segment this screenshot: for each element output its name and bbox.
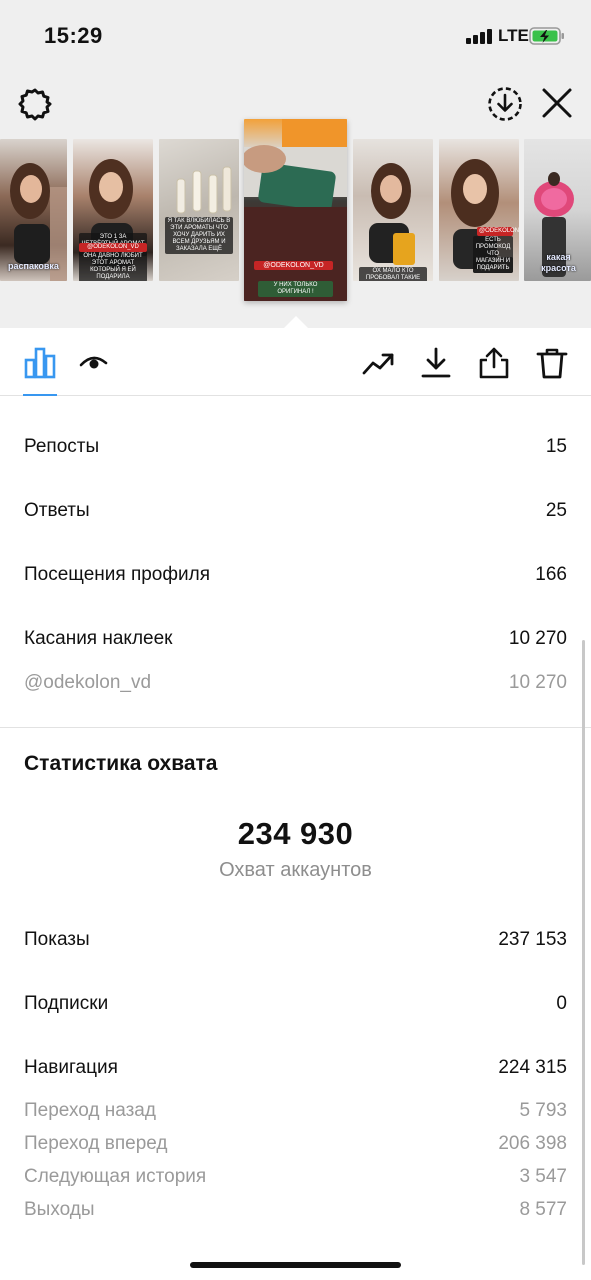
- stat-value: 206 398: [498, 1133, 567, 1154]
- stat-row-back: Переход назад 5 793: [24, 1100, 567, 1122]
- story-thumbnail[interactable]: распаковка: [0, 139, 67, 281]
- story-thumbnail[interactable]: какая красота: [524, 139, 591, 281]
- story-caption: МАГАЗИН И ПОДАРИТЬ: [473, 257, 513, 273]
- stat-value: 166: [535, 564, 567, 585]
- stat-label: Ответы: [24, 500, 90, 521]
- story-caption: Я ТАК ВЛЮБИЛАСЬ В ЭТИ АРОМАТЫ ЧТО ХОЧУ Д…: [165, 217, 233, 254]
- stat-value: 15: [545, 436, 567, 457]
- story-mention: @ODEKOLON_VD: [79, 243, 147, 252]
- story-thumbnail[interactable]: ЭТО 1 ЗА ЧЕТВЁРТЫЙ АРОМАТ КОТОРЫЙ Я ДАРЮ…: [73, 139, 153, 281]
- stat-label: @odekolon_vd: [24, 672, 152, 693]
- story-image: [369, 163, 415, 265]
- bar-chart-icon[interactable]: [23, 346, 57, 380]
- stat-label: Показы: [24, 929, 90, 950]
- story-caption: какая красота: [541, 252, 576, 273]
- gear-icon[interactable]: [16, 85, 54, 123]
- selection-pointer: [283, 316, 309, 329]
- download-icon[interactable]: [419, 346, 453, 380]
- scrollbar[interactable]: [582, 640, 585, 1265]
- battery-icon: [529, 27, 564, 45]
- stat-value: 10 270: [508, 672, 567, 693]
- reach-section-title: Статистика охвата: [24, 752, 218, 775]
- stat-label: Навигация: [24, 1057, 118, 1078]
- stat-row-profile-visits: Посещения профиля 166: [24, 564, 567, 586]
- story-mention: @ODEKOLON_VD: [477, 227, 519, 236]
- story-thumbnail[interactable]: Я ТАК ВЛЮБИЛАСЬ В ЭТИ АРОМАТЫ ЧТО ХОЧУ Д…: [159, 139, 239, 281]
- close-icon[interactable]: [539, 85, 575, 121]
- story-preview-area: 15:29 LTE распаковка ЭТО 1 ЗА @ODEKOLON_…: [0, 0, 591, 329]
- stat-value: 25: [545, 500, 567, 521]
- network-label: LTE: [498, 26, 529, 45]
- story-caption: ОНА ДАВНО ЛЮБИТ ЭТОТ АРОМАТ КОТОРЫЙ Я ЕЙ…: [79, 252, 147, 281]
- stat-row-sticker-mention[interactable]: @odekolon_vd 10 270: [24, 672, 567, 694]
- stat-row-sticker-taps: Касания наклеек 10 270: [24, 628, 567, 650]
- status-time: 15:29: [44, 23, 103, 48]
- signal-icon: [466, 28, 492, 44]
- stat-label: Переход вперед: [24, 1133, 168, 1154]
- download-circle-icon[interactable]: [486, 85, 524, 123]
- accounts-reached-value: 234 930: [237, 816, 354, 851]
- stat-row-forward: Переход вперед 206 398: [24, 1133, 567, 1155]
- stat-value: 224 315: [498, 1057, 567, 1078]
- stat-value: 5 793: [519, 1100, 567, 1121]
- trash-icon[interactable]: [535, 346, 569, 380]
- stat-row-follows: Подписки 0: [24, 993, 567, 1015]
- stat-row-replies: Ответы 25: [24, 500, 567, 522]
- story-mention: @ODEKOLON_VD: [254, 261, 333, 270]
- stat-value: 0: [556, 993, 567, 1014]
- active-tab-indicator: [23, 394, 57, 396]
- stat-label: Следующая история: [24, 1166, 207, 1187]
- accounts-reached-label: Охват аккаунтов: [219, 859, 372, 881]
- story-caption: распаковка: [8, 261, 59, 271]
- eye-icon[interactable]: [78, 346, 112, 380]
- story-thumbnail[interactable]: ОХ МАЛО КТО ПРОБОВАЛ ТАКИЕ АРОМАТЫ: [353, 139, 433, 281]
- story-thumbnail-strip[interactable]: распаковка ЭТО 1 ЗА ЧЕТВЁРТЫЙ АРОМАТ КОТ…: [0, 119, 591, 304]
- stat-label: Выходы: [24, 1199, 95, 1220]
- stat-label: Репосты: [24, 436, 100, 457]
- stat-row-reposts: Репосты 15: [24, 436, 567, 458]
- stat-row-navigation: Навигация 224 315: [24, 1057, 567, 1079]
- stat-label: Касания наклеек: [24, 628, 173, 649]
- home-indicator[interactable]: [190, 1262, 401, 1268]
- stat-value: 237 153: [498, 929, 567, 950]
- stat-value: 3 547: [519, 1166, 567, 1187]
- stat-row-next-story: Следующая история 3 547: [24, 1166, 567, 1188]
- stat-row-impressions: Показы 237 153: [24, 929, 567, 951]
- trending-icon[interactable]: [362, 346, 396, 380]
- share-icon[interactable]: [477, 346, 511, 380]
- story-image: [176, 166, 232, 214]
- insights-toolbar: [0, 328, 591, 396]
- stat-label: Подписки: [24, 993, 109, 1014]
- story-caption: ОХ МАЛО КТО ПРОБОВАЛ ТАКИЕ АРОМАТЫ: [359, 267, 427, 281]
- stat-label: Переход назад: [24, 1100, 156, 1121]
- stat-value: 10 270: [508, 628, 567, 649]
- story-caption: У НИХ ТОЛЬКО ОРИГИНАЛ !: [258, 281, 333, 297]
- stat-row-exits: Выходы 8 577: [24, 1199, 567, 1221]
- section-divider: [0, 727, 591, 728]
- story-thumbnail-active[interactable]: @ODEKOLON_VD У НИХ ТОЛЬКО ОРИГИНАЛ !: [244, 119, 347, 301]
- stat-label: Посещения профиля: [24, 564, 210, 585]
- story-thumbnail[interactable]: @ODEKOLON_VD ЕСТЬ ПРОМОКОД ЧТО ВЕРНЁТ ДЕ…: [439, 139, 519, 281]
- story-image: [244, 119, 347, 301]
- stat-value: 8 577: [519, 1199, 567, 1220]
